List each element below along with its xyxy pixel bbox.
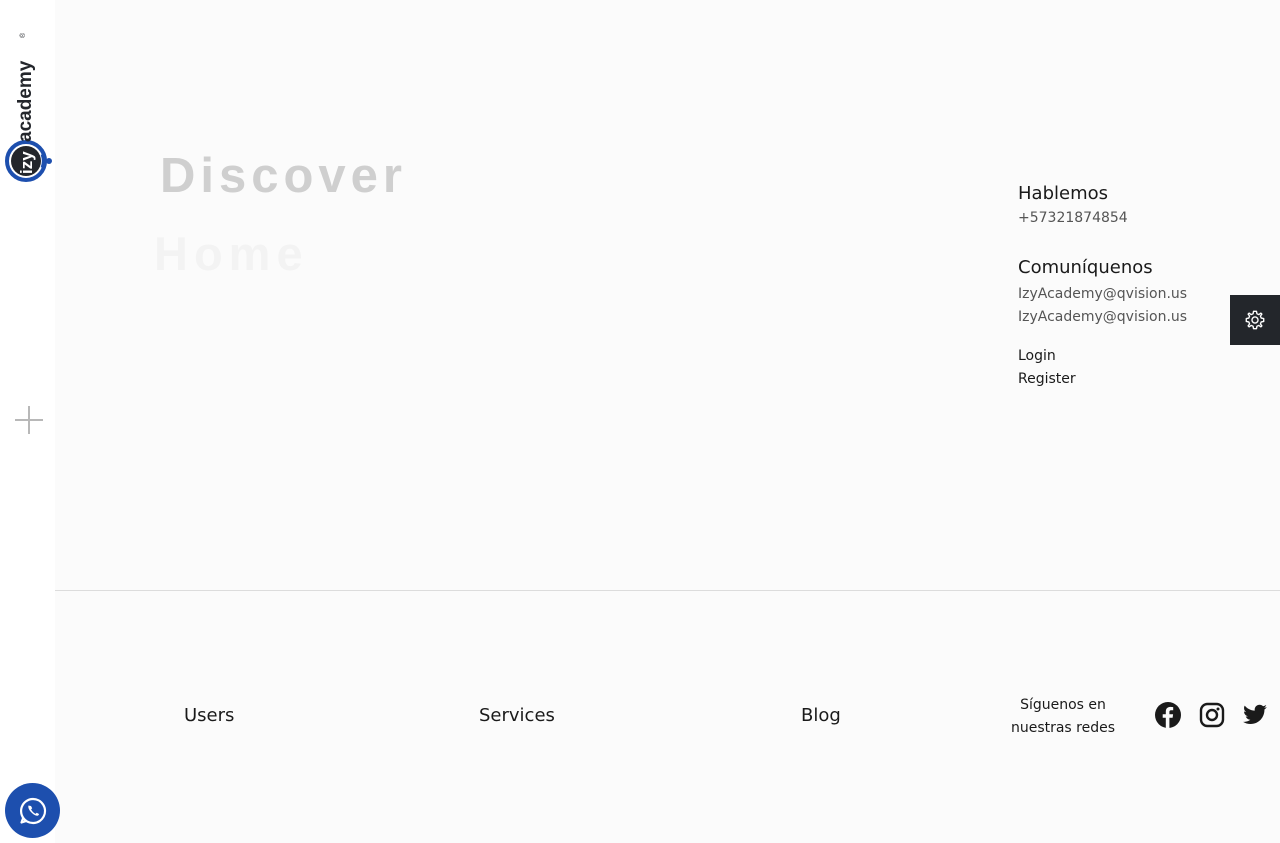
contact-panel: Hablemos +57321874854 Comuníquenos IzyAc… <box>1018 183 1218 391</box>
instagram-icon[interactable] <box>1199 702 1225 728</box>
left-sidebar: izy academy ® <box>0 0 55 843</box>
hero-title-line-2: Home <box>154 227 309 280</box>
register-link[interactable]: Register <box>1018 368 1218 391</box>
twitter-icon[interactable] <box>1242 702 1268 728</box>
email-link[interactable]: IzyAcademy@qvision.us <box>1018 306 1218 329</box>
settings-button[interactable] <box>1230 295 1280 345</box>
whatsapp-icon <box>19 797 46 824</box>
footer-link-services[interactable]: Services <box>479 705 555 726</box>
footer-divider <box>55 590 1280 591</box>
whatsapp-chat-button[interactable] <box>5 783 60 838</box>
email-heading: Comuníquenos <box>1018 257 1153 278</box>
login-link[interactable]: Login <box>1018 345 1218 368</box>
gear-icon <box>1245 310 1265 330</box>
svg-text:academy: academy <box>15 60 36 142</box>
facebook-icon[interactable] <box>1155 702 1181 728</box>
footer-link-blog[interactable]: Blog <box>801 705 841 726</box>
hero-title-line-1: Discover <box>160 149 408 203</box>
phone-number[interactable]: +57321874854 <box>1018 207 1218 230</box>
phone-heading: Hablemos <box>1018 183 1108 204</box>
izyacademy-logo[interactable]: izy academy ® <box>3 30 53 186</box>
svg-text:izy: izy <box>17 151 36 174</box>
email-link[interactable]: IzyAcademy@qvision.us <box>1018 283 1218 306</box>
footer-link-users[interactable]: Users <box>184 705 234 726</box>
plus-icon[interactable] <box>12 403 46 437</box>
social-follow-text: Síguenos en nuestras redes <box>1010 697 1116 736</box>
svg-text:®: ® <box>19 32 27 38</box>
